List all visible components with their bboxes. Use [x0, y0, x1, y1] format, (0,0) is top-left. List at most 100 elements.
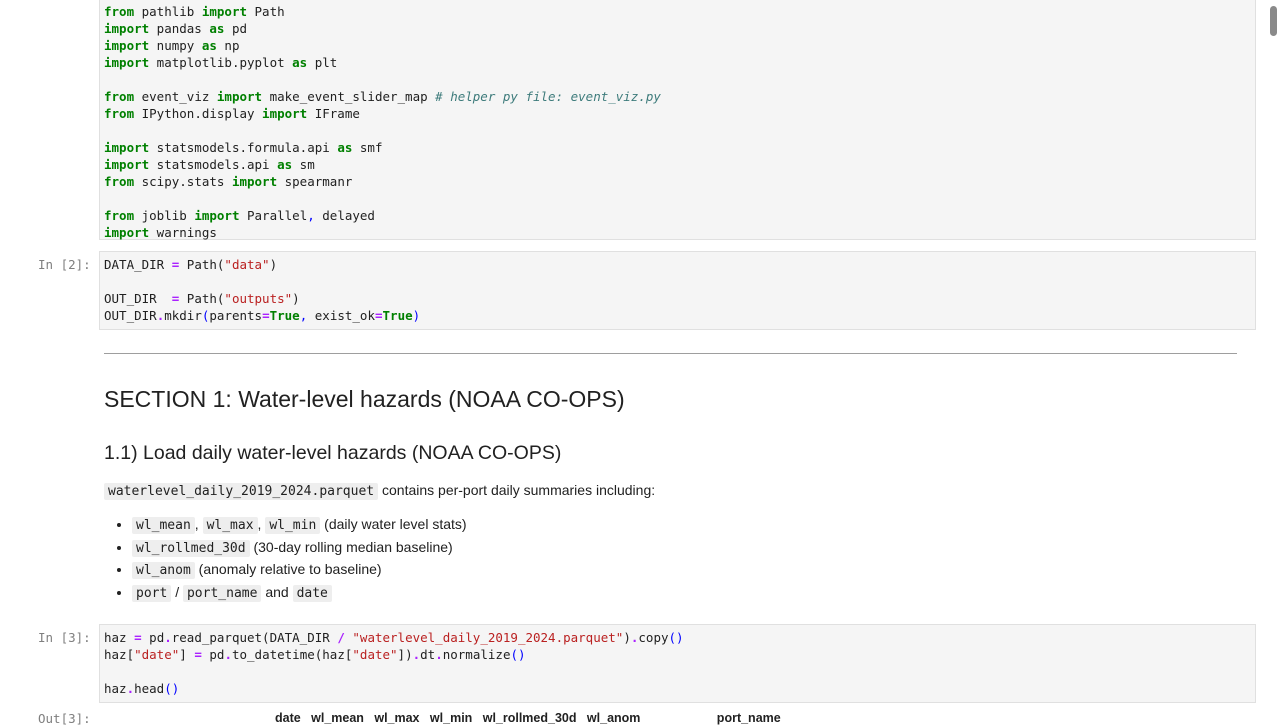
code-token: True — [269, 308, 300, 323]
code-token: / — [337, 630, 345, 645]
code-token: matplotlib.pyplot — [149, 55, 293, 70]
list-item: wl_anom (anomaly relative to baseline) — [132, 558, 467, 581]
list-sep: and — [261, 583, 293, 600]
code-cell-3[interactable]: In [3]: haz = pd.read_parquet(DATA_DIR /… — [0, 624, 1270, 703]
code-token: Path( — [179, 291, 225, 306]
code-token: () — [668, 630, 684, 645]
list-text: (30-day rolling median baseline) — [249, 538, 453, 555]
code-token: spearmanr — [277, 174, 353, 189]
code-token: from — [104, 89, 135, 104]
code-token: () — [164, 681, 180, 696]
code-token: import — [216, 89, 263, 104]
code-token: exist_ok — [307, 308, 375, 323]
code-token: Path( — [179, 257, 225, 272]
inline-code-filename: waterlevel_daily_2019_2024.parquet — [104, 483, 379, 500]
code-token: pd — [224, 21, 248, 36]
code-string: "date" — [134, 647, 180, 662]
code-token: event_viz — [134, 89, 217, 104]
code-token: ) — [292, 291, 300, 306]
code-token: copy — [638, 630, 669, 645]
code-comment: # helper py file: event_viz.py — [435, 89, 661, 104]
code-token: OUT_DIR — [104, 291, 172, 306]
code-token: pathlib — [134, 4, 202, 19]
code-token: make_event_slider_map — [262, 89, 436, 104]
code-token: haz — [104, 630, 135, 645]
code-token: = — [134, 630, 142, 645]
code-token: import — [104, 21, 150, 36]
code-cell-2[interactable]: In [2]: DATA_DIR = Path("data") OUT_DIR … — [0, 251, 1270, 330]
code-string: "waterlevel_daily_2019_2024.parquet" — [352, 630, 624, 645]
list-sep: , — [194, 516, 203, 532]
code-token: () — [510, 647, 526, 662]
dataframe-header-row: date wl_mean wl_max wl_min wl_rollmed_30… — [275, 711, 781, 725]
code-token: parents — [209, 308, 263, 323]
code-token: as — [292, 55, 308, 70]
code-token: . — [435, 647, 443, 662]
code-token: np — [216, 38, 240, 53]
list-item: port / port_name and date — [132, 581, 467, 604]
code-token: scipy.stats — [134, 174, 232, 189]
intro-paragraph: waterlevel_daily_2019_2024.parquet conta… — [104, 482, 656, 500]
code-token: import — [104, 55, 150, 70]
code-token: mkdir — [164, 308, 202, 323]
list-item: wl_rollmed_30d (30-day rolling median ba… — [132, 536, 467, 559]
field-list: wl_mean, wl_max, wl_min (daily water lev… — [112, 513, 467, 603]
code-token: as — [337, 140, 353, 155]
code-token: IFrame — [307, 106, 360, 121]
code-token: . — [164, 630, 172, 645]
code-token: pd — [141, 630, 165, 645]
code-token: import — [104, 38, 150, 53]
section-divider — [104, 353, 1237, 354]
cell-prompt: In [2]: — [38, 257, 91, 272]
code-token: from — [104, 4, 135, 19]
code-token: sm — [292, 157, 315, 172]
code-token: import — [262, 106, 308, 121]
code-token: import — [104, 140, 150, 155]
inline-code: wl_mean — [132, 517, 195, 534]
inline-code: wl_max — [202, 517, 258, 534]
code-token: delayed — [314, 208, 375, 223]
code-token: joblib — [134, 208, 195, 223]
code-token: . — [412, 647, 421, 662]
subsection-heading: 1.1) Load daily water-level hazards (NOA… — [104, 442, 562, 464]
output-prompt: Out[3]: — [38, 711, 91, 726]
section-heading: SECTION 1: Water-level hazards (NOAA CO-… — [104, 386, 625, 412]
code-token: ) — [623, 630, 631, 645]
code-token: import — [231, 174, 278, 189]
code-token: read_parquet(DATA_DIR — [171, 630, 338, 645]
inline-code: wl_anom — [132, 562, 195, 579]
code-token: import — [104, 157, 150, 172]
scrollbar-thumb[interactable] — [1270, 6, 1277, 36]
code-token: from — [104, 106, 135, 121]
code-token: to_datetime(haz[ — [231, 647, 353, 662]
code-token: as — [277, 157, 293, 172]
code-token: as — [209, 21, 225, 36]
code-token: import — [104, 225, 150, 240]
code-token: plt — [307, 55, 338, 70]
code-token: import — [194, 208, 240, 223]
intro-text: contains per-port daily summaries includ… — [378, 482, 656, 498]
code-editor-2[interactable]: DATA_DIR = Path("data") OUT_DIR = Path("… — [99, 251, 1256, 330]
code-string: "date" — [352, 647, 398, 662]
code-token: dt — [420, 647, 436, 662]
list-sep: / — [171, 583, 183, 600]
code-string: "data" — [224, 257, 270, 272]
code-token: Parallel — [239, 208, 308, 223]
list-text: (anomaly relative to baseline) — [194, 561, 382, 577]
list-text: (daily water level stats) — [320, 516, 467, 532]
code-editor-3[interactable]: haz = pd.read_parquet(DATA_DIR / "waterl… — [99, 624, 1256, 703]
code-token: ) — [412, 308, 421, 323]
code-token: OUT_DIR — [104, 308, 157, 323]
code-token: numpy — [149, 38, 202, 53]
code-token: ] — [179, 647, 195, 662]
code-token: warnings — [149, 225, 217, 240]
code-token: haz — [104, 681, 127, 696]
code-token: smf — [352, 140, 383, 155]
code-token: haz[ — [104, 647, 135, 662]
code-token: Path — [247, 4, 285, 19]
code-token: statsmodels.api — [149, 157, 278, 172]
code-editor-imports[interactable]: from pathlib import Path import pandas a… — [99, 0, 1256, 240]
code-token: = — [374, 308, 383, 323]
inline-code: date — [292, 584, 332, 602]
code-token: pd — [201, 647, 225, 662]
